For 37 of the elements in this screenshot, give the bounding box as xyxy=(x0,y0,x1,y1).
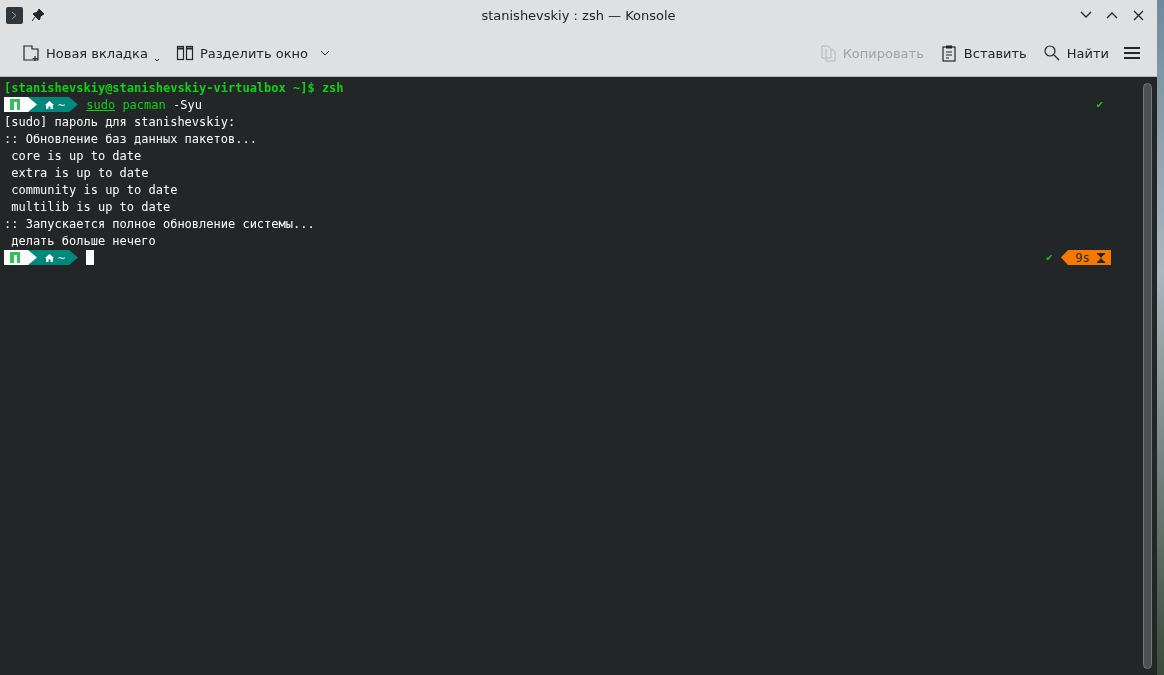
output-line: делать больше нечего xyxy=(10,233,156,248)
home-icon xyxy=(45,253,54,262)
paste-button[interactable]: Вставить xyxy=(933,40,1033,66)
output-line: [sudo] пароль для stanishevskiy: xyxy=(4,114,236,129)
split-view-button[interactable]: Разделить окно xyxy=(169,40,336,66)
prompt-directory: ~ xyxy=(58,250,66,265)
find-button[interactable]: Найти xyxy=(1036,40,1115,66)
command-text: sudo pacman -Syu xyxy=(86,97,202,112)
output-line: :: Обновление баз данных пакетов... xyxy=(4,131,257,146)
chevron-down-icon xyxy=(153,58,160,62)
window-title: stanishevskiy : zsh — Konsole xyxy=(480,7,677,23)
output-line: core is up to date xyxy=(10,148,142,163)
status-check: ✔ xyxy=(1096,98,1103,111)
logo-icon xyxy=(10,252,20,263)
scrollbar-thumb[interactable] xyxy=(1142,83,1152,669)
logo-icon xyxy=(10,99,20,110)
output-line: community is up to date xyxy=(10,182,178,197)
prompt-directory: ~ xyxy=(58,97,66,112)
output-line: multilib is up to date xyxy=(10,199,171,214)
hourglass-icon xyxy=(1097,252,1105,263)
search-icon xyxy=(1042,44,1061,62)
close-button[interactable] xyxy=(1131,8,1145,22)
pin-icon[interactable] xyxy=(31,8,45,22)
menu-icon xyxy=(1123,46,1141,60)
output-line: extra is up to date xyxy=(10,165,149,180)
home-icon xyxy=(45,100,54,109)
duration-text: 9s xyxy=(1075,250,1090,265)
status-check: ✔ xyxy=(1045,251,1053,264)
shell-prompt-line: [stanishevskiy@stanishevskiy-virtualbox ~]$ zsh xyxy=(4,80,344,95)
new-tab-button[interactable]: Новая вкладка xyxy=(16,40,166,66)
split-view-icon xyxy=(175,44,194,62)
output-line: :: Запускается полное обновление системы... xyxy=(4,216,315,231)
clipboard-icon xyxy=(939,44,958,62)
chevron-down-icon xyxy=(320,50,330,56)
new-tab-icon xyxy=(22,44,40,62)
copy-icon xyxy=(818,44,837,62)
terminal-app-icon xyxy=(6,6,23,24)
